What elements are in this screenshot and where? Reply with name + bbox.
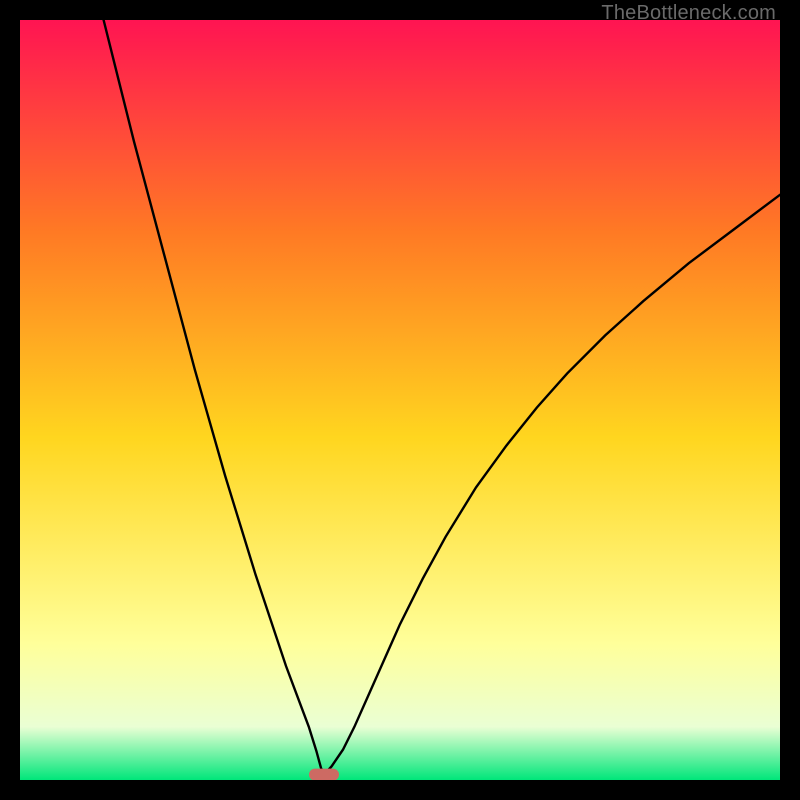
bottleneck-chart [20,20,780,780]
chart-frame [20,20,780,780]
minimum-marker [309,769,339,780]
gradient-background [20,20,780,780]
